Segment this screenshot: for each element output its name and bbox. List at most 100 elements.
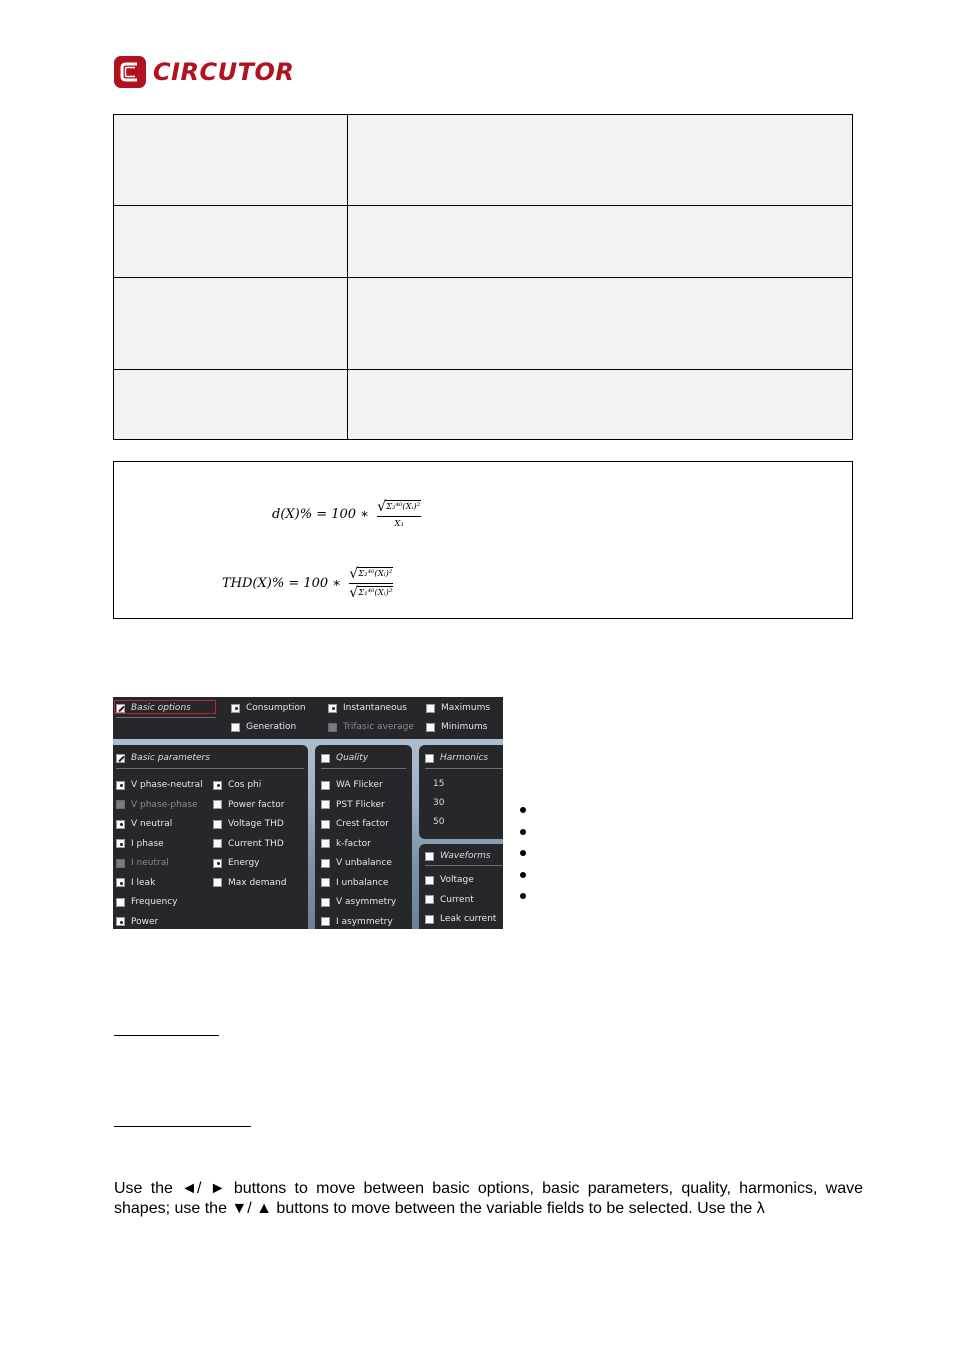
option-instantaneous[interactable]: Instantaneous [328, 702, 407, 714]
option-leak-current[interactable]: Leak current [425, 913, 496, 925]
checkbox[interactable] [321, 878, 330, 887]
option-power[interactable]: Power [116, 916, 158, 928]
table-row [113, 205, 853, 278]
formula-box: d(X)% = 100 ∗ √ Σ₂⁴⁰(Xᵢ)² X₁ THD(X)% = 10… [113, 461, 853, 619]
checkbox[interactable] [321, 819, 330, 829]
edit-icon [116, 753, 125, 763]
checkbox[interactable] [328, 722, 337, 732]
option-i-neutral[interactable]: I neutral [116, 857, 169, 869]
checkbox[interactable] [425, 753, 434, 763]
checkbox[interactable] [213, 780, 222, 790]
option-current[interactable]: Current [425, 894, 474, 906]
checkbox[interactable] [213, 878, 222, 887]
option-energy[interactable]: Energy [213, 857, 260, 869]
formula-denominator: Σ₁⁴⁰(Xᵢ)² [357, 586, 394, 598]
harmonic-order-option[interactable]: 30 [433, 798, 444, 808]
option-voltage[interactable]: Voltage [425, 874, 474, 886]
circutor-logo: CIRCUTOR [113, 54, 294, 90]
basic-parameters-header[interactable]: Basic parameters [116, 752, 210, 764]
thd-formula: THD(X)% = 100 ∗ √ Σ₂⁴⁰(Xᵢ)² √ Σ₁⁴⁰(Xᵢ)² [222, 567, 394, 600]
checkbox[interactable] [116, 819, 125, 829]
option-i-unbalance[interactable]: I unbalance [321, 877, 388, 889]
option-power-factor[interactable]: Power factor [213, 799, 284, 811]
checkbox[interactable] [426, 722, 435, 732]
term-cell [113, 369, 348, 440]
checkbox[interactable] [116, 897, 125, 907]
basic-options-header[interactable]: Basic options [116, 702, 191, 714]
checkbox[interactable] [425, 851, 434, 861]
checkbox[interactable] [213, 800, 222, 809]
checkbox[interactable] [231, 703, 240, 713]
option-maximums[interactable]: Maximums [426, 702, 490, 714]
brand-name: CIRCUTOR [153, 58, 295, 86]
checkbox[interactable] [426, 703, 435, 713]
waveforms-panel: Waveforms Voltage Current Leak current [419, 844, 503, 929]
option-v-neutral[interactable]: V neutral [116, 818, 172, 830]
circutor-logo-icon [113, 55, 147, 89]
term-cell [113, 205, 348, 278]
checkbox[interactable] [321, 917, 330, 926]
option-i-asymmetry[interactable]: I asymmetry [321, 916, 393, 928]
option-pst-flicker[interactable]: PST Flicker [321, 799, 385, 811]
checkbox[interactable] [116, 878, 125, 887]
checkbox[interactable] [425, 914, 434, 924]
table-row [113, 114, 853, 206]
formula-numerator: Σ₂⁴⁰(Xᵢ)² [385, 500, 422, 512]
checkbox[interactable] [116, 839, 125, 848]
option-trifasic-average[interactable]: Trifasic average [328, 721, 414, 733]
checkbox[interactable] [425, 875, 434, 885]
option-frequency[interactable]: Frequency [116, 896, 178, 908]
description-cell [347, 277, 853, 370]
checkbox[interactable] [116, 858, 125, 868]
term-cell [113, 277, 348, 370]
option-consumption[interactable]: Consumption [231, 702, 306, 714]
divider [425, 768, 503, 769]
fraction-bar [377, 516, 422, 517]
option-current-thd[interactable]: Current THD [213, 838, 284, 850]
checkbox[interactable] [321, 897, 330, 907]
formula-numerator: Σ₂⁴⁰(Xᵢ)² [357, 567, 394, 579]
divider [116, 717, 216, 718]
harmonics-header[interactable]: Harmonics [425, 752, 488, 764]
option-i-leak[interactable]: I leak [116, 877, 155, 889]
fraction-bar [349, 583, 394, 584]
checkbox[interactable] [213, 819, 222, 829]
basic-parameters-panel: Basic parameters V phase-neutral V phase-… [113, 745, 308, 929]
checkbox[interactable] [321, 753, 330, 763]
section-heading-underline [114, 1126, 251, 1128]
checkbox[interactable] [213, 839, 222, 848]
checkbox[interactable] [321, 858, 330, 868]
description-cell [347, 205, 853, 278]
checkbox[interactable] [116, 780, 125, 790]
option-k-factor[interactable]: k-factor [321, 838, 371, 850]
term-cell [113, 114, 348, 206]
harmonic-order-option[interactable]: 50 [433, 817, 444, 827]
checkbox[interactable] [321, 780, 330, 790]
option-wa-flicker[interactable]: WA Flicker [321, 779, 383, 791]
checkbox[interactable] [321, 839, 330, 848]
option-v-asymmetry[interactable]: V asymmetry [321, 896, 396, 908]
option-i-phase[interactable]: I phase [116, 838, 164, 850]
option-generation[interactable]: Generation [231, 721, 296, 733]
option-voltage-thd[interactable]: Voltage THD [213, 818, 284, 830]
option-v-phase-neutral[interactable]: V phase-neutral [116, 779, 203, 791]
option-cos-phi[interactable]: Cos phi [213, 779, 261, 791]
option-minimums[interactable]: Minimums [426, 721, 487, 733]
waveforms-header[interactable]: Waveforms [425, 850, 491, 862]
section-heading-underline [114, 1035, 219, 1037]
harmonic-order-option[interactable]: 15 [433, 779, 444, 789]
checkbox[interactable] [328, 703, 337, 713]
checkbox[interactable] [231, 722, 240, 732]
option-v-unbalance[interactable]: V unbalance [321, 857, 392, 869]
quality-header[interactable]: Quality [321, 752, 368, 764]
option-max-demand[interactable]: Max demand [213, 877, 286, 889]
formula-denominator: X₁ [394, 519, 404, 529]
checkbox[interactable] [213, 858, 222, 868]
checkbox[interactable] [321, 800, 330, 809]
checkbox[interactable] [425, 895, 434, 904]
checkbox[interactable] [116, 917, 125, 926]
option-crest-factor[interactable]: Crest factor [321, 818, 389, 830]
checkbox[interactable] [116, 800, 125, 809]
formula-lhs: THD(X)% = 100 ∗ [222, 576, 346, 591]
option-v-phase-phase[interactable]: V phase-phase [116, 799, 198, 811]
